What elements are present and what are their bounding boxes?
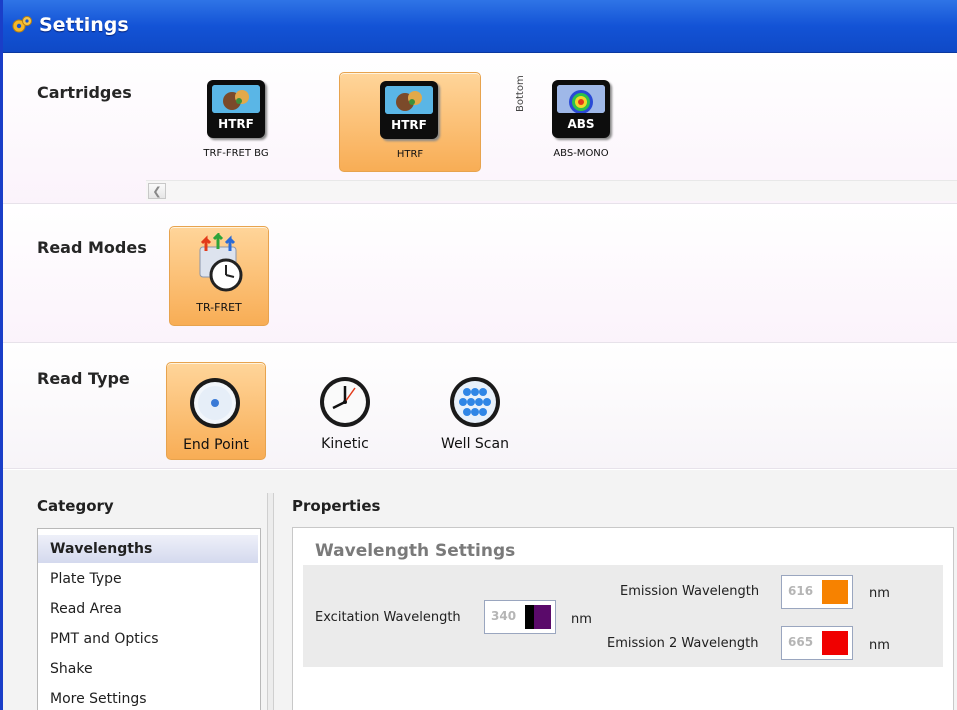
emission2-color-swatch: [822, 631, 848, 655]
read-modes-label: Read Modes: [37, 238, 147, 257]
category-label: Category: [37, 497, 114, 515]
properties-label: Properties: [292, 497, 381, 515]
cartridge-trf-fret-bg[interactable]: HTRF TRF-FRET BG: [190, 70, 282, 170]
category-item-plate-type[interactable]: Plate Type: [38, 565, 258, 593]
panel-splitter[interactable]: [267, 493, 274, 710]
read-type-caption: Kinetic: [321, 436, 369, 452]
emission-unit: nm: [869, 586, 890, 601]
read-type-caption: Well Scan: [441, 436, 509, 452]
end-point-icon: [190, 378, 240, 428]
htrf-cartridge-icon: HTRF: [207, 80, 265, 138]
cartridge-caption: ABS-MONO: [553, 148, 609, 159]
category-item-shake[interactable]: Shake: [38, 655, 258, 683]
emission-wavelength-value: 616: [788, 584, 814, 598]
kinetic-clock-icon: [320, 377, 370, 427]
excitation-color-swatch: [525, 605, 551, 629]
htrf-cartridge-icon: HTRF: [380, 81, 438, 139]
position-label: Bottom: [515, 75, 526, 112]
emission2-unit: nm: [869, 638, 890, 653]
well-scan-icon: [450, 377, 500, 427]
read-mode-tr-fret[interactable]: TR-FRET: [169, 226, 269, 326]
read-type-caption: End Point: [183, 437, 249, 453]
cartridge-htrf[interactable]: HTRF HTRF: [339, 72, 481, 172]
cartridge-abs-mono[interactable]: ABS ABS-MONO: [533, 70, 629, 170]
window-title: Settings: [39, 14, 129, 36]
read-modes-section: [3, 204, 957, 343]
excitation-wavelength-value: 340: [491, 609, 517, 623]
excitation-unit: nm: [571, 612, 592, 627]
emission2-wavelength-value: 665: [788, 635, 814, 649]
read-type-well-scan[interactable]: Well Scan: [427, 362, 523, 458]
excitation-wavelength-field[interactable]: 340: [484, 600, 556, 634]
tr-fret-icon: [199, 233, 243, 292]
cartridges-scrollbar[interactable]: ❮: [146, 180, 957, 201]
settings-window: Settings Cartridges HTRF TRF-FRET BG HTR…: [0, 0, 957, 710]
gear-icon: [12, 16, 32, 33]
excitation-wavelength-label: Excitation Wavelength: [315, 610, 461, 625]
cartridge-caption: TRF-FRET BG: [203, 148, 269, 159]
read-type-label: Read Type: [37, 369, 130, 388]
emission-wavelength-field[interactable]: 616: [781, 575, 853, 609]
emission-color-swatch: [822, 580, 848, 604]
title-bar: Settings: [3, 0, 957, 53]
category-item-pmt-and-optics[interactable]: PMT and Optics: [38, 625, 258, 653]
category-list: Wavelengths Plate Type Read Area PMT and…: [37, 528, 261, 710]
cartridge-caption: HTRF: [396, 149, 424, 160]
cartridges-label: Cartridges: [37, 83, 132, 102]
category-item-wavelengths[interactable]: Wavelengths: [38, 535, 258, 563]
category-item-more-settings[interactable]: More Settings: [38, 685, 258, 710]
abs-cartridge-icon: ABS: [552, 80, 610, 138]
read-type-kinetic[interactable]: Kinetic: [299, 362, 391, 458]
read-mode-caption: TR-FRET: [196, 301, 242, 314]
emission2-wavelength-label: Emission 2 Wavelength: [607, 636, 759, 651]
scroll-left-icon[interactable]: ❮: [148, 183, 166, 199]
emission-wavelength-label: Emission Wavelength: [620, 584, 760, 599]
read-type-end-point[interactable]: End Point: [166, 362, 266, 460]
category-item-read-area[interactable]: Read Area: [38, 595, 258, 623]
emission2-wavelength-field[interactable]: 665: [781, 626, 853, 660]
wavelength-settings-title: Wavelength Settings: [315, 541, 516, 561]
